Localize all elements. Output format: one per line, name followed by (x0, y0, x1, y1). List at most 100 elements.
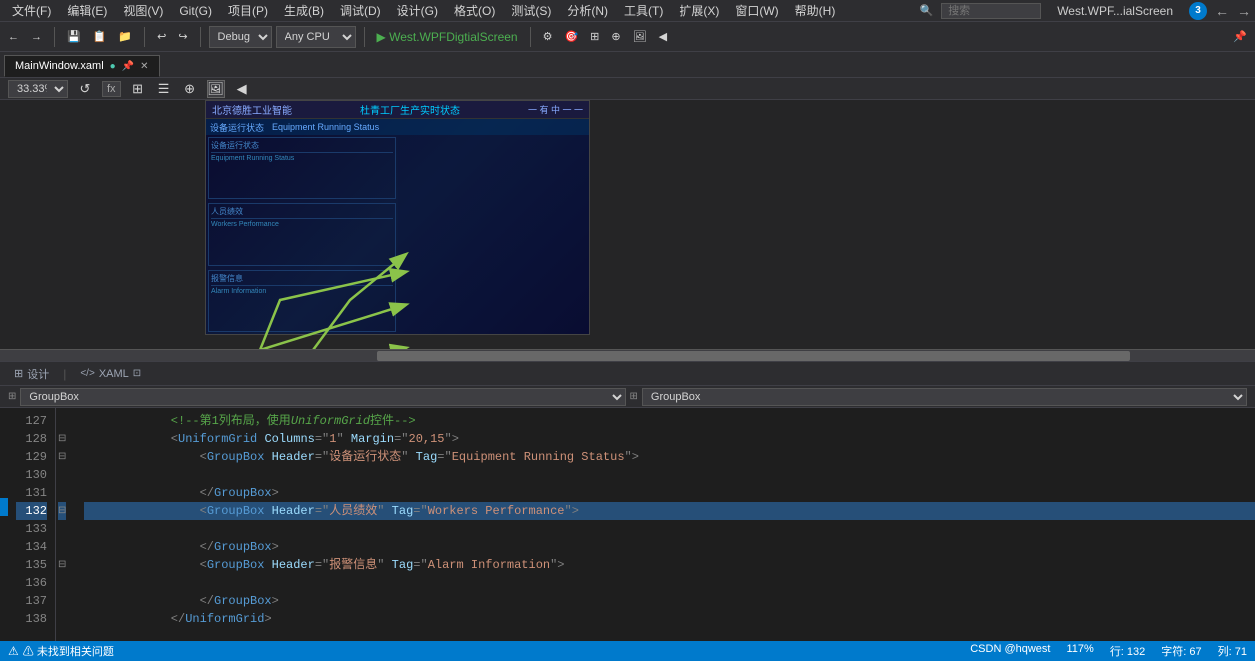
wpf-right-panel (398, 135, 590, 334)
separator-3 (200, 27, 201, 47)
design-tabs: ⊞ 设计 | </> XAML ⊡ (0, 362, 1255, 386)
nav-back-btn[interactable]: ← (1215, 3, 1229, 19)
wpf-panel-alarm-content: Alarm Information (211, 288, 393, 295)
zoom-refresh-btn[interactable]: ↺ (76, 80, 94, 98)
wpf-panel-alarm-title: 报警信息 (211, 273, 393, 286)
line-num-130: 130 (16, 466, 47, 484)
run-button[interactable]: ▶ West.WPFDigtialScreen (373, 30, 522, 44)
toolbar-btn-6[interactable]: ◀ (655, 26, 671, 48)
status-warning-icon: ⚠ (8, 644, 19, 658)
code-line-129: <GroupBox Header="设备运行状态" Tag="Equipment… (84, 448, 1255, 466)
xaml-expand-icon: ⊡ (133, 368, 141, 379)
zoom-table-btn[interactable]: ☰ (155, 80, 173, 98)
breadcrumb-icon-right: ⊞ (630, 391, 638, 402)
menu-build[interactable]: 生成(B) (276, 0, 332, 21)
pin-btn[interactable]: 📌 (1229, 26, 1251, 48)
code-line-130 (84, 466, 1255, 484)
search-icon: 🔍 (919, 4, 933, 17)
menu-extensions[interactable]: 扩展(X) (671, 0, 727, 21)
save-all-btn[interactable]: 📋 (89, 26, 111, 48)
h-scrollbar[interactable] (0, 349, 1255, 361)
menu-edit[interactable]: 编辑(E) (59, 0, 115, 21)
wpf-panel-equipment: 设备运行状态 Equipment Running Status (208, 137, 396, 199)
line-num-131: 131 (16, 484, 47, 502)
wpf-nav-item1: 设备运行状态 (210, 121, 264, 134)
redo-btn[interactable]: ↪ (174, 26, 191, 48)
toolbar-btn-5[interactable]: 🖼 (629, 26, 651, 48)
menu-help[interactable]: 帮助(H) (787, 0, 844, 21)
status-row: 行: 132 (1110, 643, 1145, 659)
menu-format[interactable]: 格式(O) (446, 0, 503, 21)
breadcrumb-right-select[interactable]: GroupBox (642, 388, 1247, 406)
menu-view[interactable]: 视图(V) (115, 0, 171, 21)
zoom-back-btn[interactable]: ◀ (233, 80, 251, 98)
line-num-136: 136 (16, 574, 47, 592)
status-col: 字符: 67 (1161, 643, 1201, 659)
tab-modified-dot: ● (110, 61, 116, 72)
menu-tools[interactable]: 工具(T) (616, 0, 671, 21)
cpu-select[interactable]: Any CPU (276, 26, 356, 48)
wpf-header: 北京德胜工业智能 杜青工厂生产实时状态 一 有 中 一 一 (206, 101, 589, 119)
code-line-133 (84, 520, 1255, 538)
code-content[interactable]: <!--第1列布局，使用UniformGrid控件--> <UniformGri… (68, 408, 1255, 641)
code-line-138: </UniformGrid> (84, 610, 1255, 628)
zoom-image-btn[interactable]: 🖼 (207, 80, 225, 98)
open-btn[interactable]: 📁 (114, 26, 136, 48)
tab-design[interactable]: ⊞ 设计 (8, 364, 55, 384)
menu-git[interactable]: Git(G) (171, 2, 220, 20)
menu-window[interactable]: 窗口(W) (727, 0, 786, 21)
breadcrumb-left-select[interactable]: GroupBox (20, 388, 625, 406)
menu-project[interactable]: 项目(P) (220, 0, 276, 21)
line-num-137: 137 (16, 592, 47, 610)
line-num-135: 135 (16, 556, 47, 574)
line-num-134: 134 (16, 538, 47, 556)
zoom-fx-icon: fx (102, 81, 121, 97)
undo-btn[interactable]: ↩ (153, 26, 170, 48)
tab-mainwindow[interactable]: MainWindow.xaml ● 📌 ✕ (4, 55, 160, 77)
wpf-title-center: 杜青工厂生产实时状态 (360, 102, 460, 117)
design-label: 设计 (27, 366, 49, 382)
status-encoding: 117% (1066, 643, 1093, 659)
back-btn[interactable]: ← (4, 26, 23, 48)
line-num-133: 133 (16, 520, 47, 538)
h-scrollbar-thumb[interactable] (377, 351, 1130, 361)
design-icon: ⊞ (14, 367, 23, 380)
designer-area: 33.33% ↺ fx ⊞ ☰ ⊕ 🖼 ◀ 北京德胜工业智能 杜青工厂生产实时状… (0, 78, 1255, 361)
nav-forward-btn[interactable]: → (1237, 3, 1251, 19)
preview-area[interactable]: 北京德胜工业智能 杜青工厂生产实时状态 一 有 中 一 一 设备运行状态 Equ… (0, 100, 1255, 349)
code-editor: 127 128 129 130 131 132 133 134 135 136 … (0, 408, 1255, 641)
line-num-127: 127 (16, 412, 47, 430)
zoom-grid-btn[interactable]: ⊞ (129, 80, 147, 98)
menu-test[interactable]: 测试(S) (503, 0, 559, 21)
menu-design[interactable]: 设计(G) (389, 0, 446, 21)
wpf-panel-workers-title: 人员绩效 (211, 206, 393, 219)
menu-analyze[interactable]: 分析(N) (559, 0, 616, 21)
toolbar-btn-4[interactable]: ⊕ (607, 26, 624, 48)
separator-1 (54, 27, 55, 47)
tab-close-btn[interactable]: ✕ (140, 61, 148, 72)
zoom-fit-btn[interactable]: ⊕ (181, 80, 199, 98)
status-warning-text: ⚠ 未找到相关问题 (23, 643, 114, 659)
forward-btn[interactable]: → (27, 26, 46, 48)
zoom-level-select[interactable]: 33.33% (8, 80, 68, 98)
build-config-select[interactable]: Debug (209, 26, 272, 48)
search-input[interactable] (941, 3, 1041, 19)
annotation-overlay (0, 100, 1255, 349)
save-btn[interactable]: 💾 (63, 26, 85, 48)
status-col2: 列: 71 (1218, 643, 1247, 659)
wpf-nav: 设备运行状态 Equipment Running Status (206, 119, 589, 135)
wpf-preview-window: 北京德胜工业智能 杜青工厂生产实时状态 一 有 中 一 一 设备运行状态 Equ… (205, 100, 590, 335)
toolbar-btn-2[interactable]: 🎯 (560, 26, 582, 48)
tab-xaml[interactable]: </> XAML ⊡ (74, 366, 147, 382)
notification-badge: 3 (1189, 2, 1207, 20)
toolbar-btn-3[interactable]: ⊞ (586, 26, 603, 48)
wpf-title-left: 北京德胜工业智能 (212, 102, 292, 117)
tab-pin-icon: 📌 (122, 61, 134, 72)
toolbar: ← → 💾 📋 📁 ↩ ↪ Debug Any CPU ▶ West.WPFDi… (0, 22, 1255, 52)
menu-debug[interactable]: 调试(D) (332, 0, 389, 21)
xaml-label: XAML (99, 368, 129, 380)
toolbar-btn-1[interactable]: ⚙ (539, 26, 557, 48)
status-right: CSDN @hqwest 117% 行: 132 字符: 67 列: 71 (970, 643, 1247, 659)
menu-file[interactable]: 文件(F) (4, 0, 59, 21)
status-bar: ⚠ ⚠ 未找到相关问题 CSDN @hqwest 117% 行: 132 字符:… (0, 641, 1255, 661)
